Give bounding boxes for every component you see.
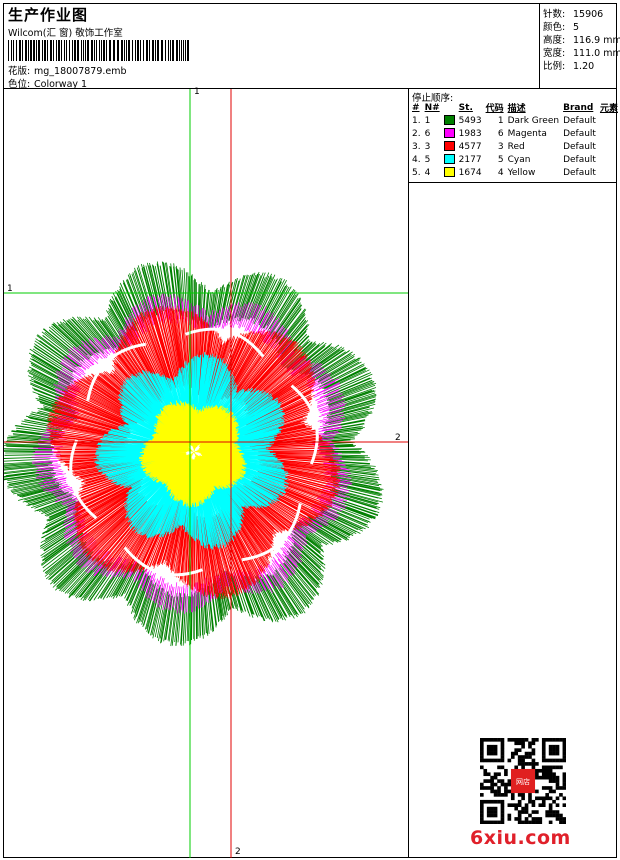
guide-label-top: 1 (194, 87, 200, 97)
studio-name: Wilcom(汇 窗) 敬饰工作室 (8, 28, 123, 39)
table-header-row: # N# St. 代码 描述 Brand 元素 (410, 101, 620, 115)
design-label: 花版: (8, 66, 31, 77)
color-swatch (443, 115, 455, 126)
row-needle: 6 (424, 128, 431, 139)
site-logo: 6xiu.com (470, 827, 571, 849)
row-element (598, 153, 620, 166)
row-needle: 5 (424, 154, 431, 165)
col-description: 描述 (507, 104, 526, 114)
stat-label: 针数: (543, 9, 566, 20)
row-code: 5 (497, 154, 504, 165)
stats-panel: 针数: 15906 颜色: 5 高度: 116.9 mm 宽度: 111.0 mm 比例… (539, 4, 620, 88)
col-needle: N# (424, 102, 440, 113)
col-brand: Brand (563, 102, 594, 113)
qr-code: 网店 (480, 738, 566, 824)
embroidery-flower (4, 261, 384, 647)
stat-height: 高度: 116.9 mm (543, 32, 620, 46)
row-stitches: 1983 (458, 128, 482, 139)
row-stitches: 1674 (458, 167, 482, 178)
row-stitches: 2177 (458, 154, 482, 165)
header-panel: 生产作业图 Wilcom(汇 窗) 敬饰工作室 花版: mg_18007879.e… (4, 4, 539, 90)
row-description: Yellow (507, 167, 536, 178)
qr-stamp-text: 网店 (516, 777, 530, 786)
row-description: Red (507, 141, 525, 152)
col-code: 代码 (485, 104, 504, 114)
col-stitches: St. (458, 102, 473, 113)
row-code: 1 (497, 115, 504, 126)
stat-stitches: 针数: 15906 (543, 6, 603, 20)
row-swatch (442, 140, 457, 153)
stat-scale: 比例: 1.20 (543, 58, 594, 72)
guide-label-right: 2 (395, 433, 401, 443)
stat-colors: 颜色: 5 (543, 19, 579, 33)
row-element (598, 140, 620, 153)
sidebar-divider (408, 88, 409, 858)
design-field: 花版: mg_18007879.emb (8, 63, 127, 77)
stat-label: 比例: (543, 61, 566, 72)
row-swatch (442, 114, 457, 127)
row-swatch (442, 127, 457, 140)
row-description: Magenta (507, 128, 547, 139)
row-needle: 1 (424, 115, 431, 126)
stop-table-divider (408, 182, 617, 183)
row-swatch (442, 166, 457, 179)
col-swatch (442, 101, 457, 114)
row-needle: 4 (424, 167, 431, 178)
row-needle: 3 (424, 141, 431, 152)
row-code: 6 (497, 128, 504, 139)
guide-label-left: 1 (7, 284, 13, 294)
row-swatch (442, 153, 457, 166)
row-brand: Default (563, 115, 596, 126)
col-element: 元素 (599, 104, 618, 114)
row-brand: Default (563, 154, 596, 165)
stat-label: 宽度: (543, 48, 566, 59)
table-row: 1. 1 5493 1 Dark Green Default (410, 114, 620, 127)
row-code: 3 (497, 141, 504, 152)
row-index: 4. (412, 154, 421, 165)
guide-label-bottom: 2 (235, 847, 241, 857)
table-row: 2. 6 1983 6 Magenta Default (410, 127, 620, 140)
row-index: 1. (412, 115, 421, 126)
row-brand: Default (563, 167, 596, 178)
row-index: 5. (412, 167, 421, 178)
table-row: 3. 3 4577 3 Red Default (410, 140, 620, 153)
row-index: 3. (412, 141, 421, 152)
table-row: 5. 4 1674 4 Yellow Default (410, 166, 620, 179)
row-stitches: 5493 (458, 115, 482, 126)
stat-width: 宽度: 111.0 mm (543, 45, 620, 59)
row-stitches: 4577 (458, 141, 482, 152)
stop-sequence-table: # N# St. 代码 描述 Brand 元素 1. 1 5493 1 Dark Gre… (410, 101, 620, 179)
row-description: Cyan (507, 154, 531, 165)
color-swatch (443, 167, 455, 178)
row-code: 4 (497, 167, 504, 178)
barcode (8, 40, 189, 61)
row-brand: Default (563, 141, 596, 152)
stat-value: 1.20 (573, 61, 595, 72)
stat-label: 高度: (543, 35, 566, 46)
row-index: 2. (412, 128, 421, 139)
row-element (598, 114, 620, 127)
color-swatch (443, 154, 455, 165)
design-canvas (4, 89, 408, 858)
color-swatch (443, 128, 455, 139)
stat-label: 颜色: (543, 22, 566, 33)
row-element (598, 127, 620, 140)
color-swatch (443, 141, 455, 152)
row-brand: Default (563, 128, 596, 139)
page-title: 生产作业图 (8, 6, 89, 24)
row-element (598, 166, 620, 179)
table-row: 4. 5 2177 5 Cyan Default (410, 153, 620, 166)
row-description: Dark Green (507, 115, 560, 126)
col-index: # (412, 102, 420, 113)
